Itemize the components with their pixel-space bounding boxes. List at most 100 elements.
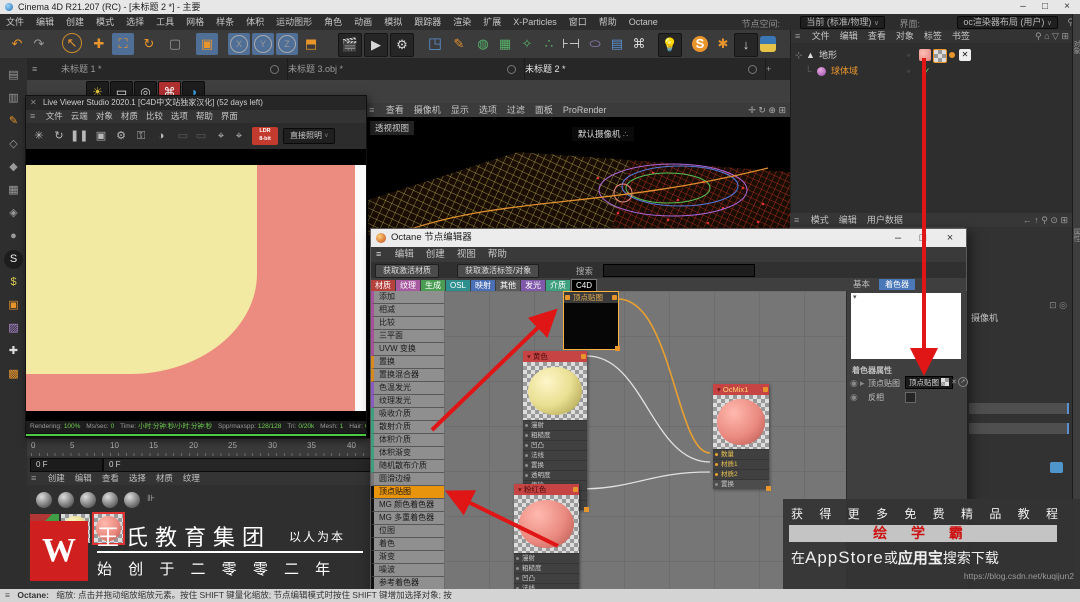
invert-checkbox[interactable] [905,392,916,403]
menu-item[interactable]: 窗口 [563,14,593,30]
mm-menu-item[interactable]: 创建 [43,472,70,485]
axis-icon[interactable] [4,342,23,361]
menu-item[interactable]: 模拟 [378,14,408,30]
menu-item[interactable]: 帮助 [593,14,623,30]
node-mix-material[interactable]: ▾ OcMix1 数量 材质1 材质2 置换 [713,384,771,491]
list-item-vertex-map[interactable]: 顶点贴图 [371,486,444,499]
download-icon[interactable] [734,33,758,57]
menu-item[interactable]: Octane [623,14,664,30]
om-menu-icon[interactable] [791,30,804,43]
ne-menu-icon[interactable] [371,247,386,262]
port[interactable]: 透明度 [523,470,587,480]
attr-menu-item[interactable]: 编辑 [834,213,862,227]
pick-object-icon[interactable]: ➚ [958,377,968,387]
ne-minimize-button[interactable]: – [888,229,908,247]
edges-mode-icon[interactable] [4,158,23,177]
node-pink-material[interactable]: ▾ 粉红色 漫射 粗糙度 凹凸 法线 置换 透明度 传输 [514,484,579,590]
menu-item[interactable]: 动画 [348,14,378,30]
attr-input-field[interactable] [969,423,1069,434]
lv-menu-item[interactable]: 界面 [217,110,242,123]
search-input[interactable] [603,264,755,277]
expand-icon[interactable] [795,48,803,63]
anim-dot-icon[interactable]: ◉ [850,378,858,389]
render-settings-icon[interactable] [390,33,414,57]
lv-settings-icon[interactable] [112,127,130,145]
lv-menu-item[interactable]: 文件 [42,110,67,123]
tab-texture[interactable]: 纹理 [396,280,420,291]
mm-menu-item[interactable]: 查看 [97,472,124,485]
redo-icon[interactable] [28,33,50,55]
port-material2[interactable]: 材质2 [713,469,769,479]
viewport-nav-icons[interactable] [748,103,786,117]
vertex-map-tag[interactable] [933,49,947,63]
grid-icon[interactable] [4,365,23,384]
material-preset-icon[interactable] [58,492,74,508]
orange-box-icon[interactable] [4,296,23,315]
deformer-icon[interactable] [472,33,494,55]
octane-s-icon[interactable]: S [692,36,708,52]
undo-icon[interactable] [6,33,28,55]
tab-material[interactable]: 材质 [371,280,395,291]
node-output-port[interactable] [763,387,768,392]
shader-preview[interactable]: ▾ [851,293,961,359]
material-preset-icon[interactable] [124,492,140,508]
list-item[interactable]: 比较 [371,317,444,330]
ne-menu-item[interactable]: 编辑 [389,247,420,262]
port[interactable]: 漫射 [514,553,579,563]
lv-menu-item[interactable]: 云端 [67,110,92,123]
ne-menu-item[interactable]: 视图 [451,247,482,262]
clear-field-icon[interactable]: ✕ [951,378,957,386]
node-resize-handle[interactable] [615,346,620,351]
list-item[interactable]: 随机散布介质 [371,460,444,473]
list-item[interactable]: 噪波 [371,564,444,577]
last-tool-icon[interactable] [164,33,186,55]
minimize-button[interactable]: – [1014,0,1032,14]
list-item[interactable]: 着色 [371,538,444,551]
menu-item[interactable]: 创建 [60,14,90,30]
menu-item[interactable]: 扩展 [477,14,507,30]
octane-dots-icon[interactable] [712,33,734,55]
list-item[interactable]: MG 多重着色器 [371,512,444,525]
doc-tab-2[interactable]: 未标题 3.obj * [274,58,525,80]
ne-menu-item[interactable]: 帮助 [482,247,513,262]
bulb-icon[interactable] [658,33,682,57]
lv-sphere-icon[interactable] [152,127,170,145]
lv-menu-item[interactable]: 对象 [92,110,117,123]
menu-item[interactable]: 编辑 [30,14,60,30]
node-editor-titlebar[interactable]: Octane 节点编辑器 – □ × [371,229,966,247]
menu-item[interactable]: 体积 [240,14,270,30]
frame-range-field[interactable]: 0 F [103,458,372,472]
om-menu-item[interactable]: 对象 [891,30,919,43]
menu-item[interactable]: 样条 [210,14,240,30]
lv-lock-icon[interactable] [132,127,150,145]
attr-input-field[interactable] [969,403,1069,414]
list-item[interactable]: 添加 [371,291,444,304]
port[interactable]: 凹凸 [523,440,587,450]
texture-mode-icon[interactable] [4,227,23,246]
port[interactable]: 粗糙度 [514,563,579,573]
anim-dot-icon[interactable]: ◉ [850,392,858,403]
lv-menu-item[interactable]: 帮助 [192,110,217,123]
props-tab-basic[interactable]: 基本 [853,278,870,291]
menu-item[interactable]: 网格 [180,14,210,30]
lv-region-icon[interactable] [92,127,110,145]
node-output-port[interactable] [612,295,617,300]
render-icon[interactable] [364,33,388,57]
port[interactable]: 置换 [523,460,587,470]
lv-focus-icon[interactable] [230,127,248,145]
list-item[interactable]: 置换 [371,356,444,369]
material-preset-icon[interactable] [80,492,96,508]
list-item[interactable]: 散射介质 [371,421,444,434]
material-tag-pink[interactable] [919,49,931,61]
vp-menu-item[interactable]: 选项 [474,103,502,117]
lv-crop-icon[interactable] [174,127,192,145]
rotate-tool-icon[interactable] [138,33,160,55]
lv-close-icon[interactable] [26,96,41,110]
enabled-check-icon[interactable]: ✓ [923,64,931,79]
list-item[interactable]: 体积渐变 [371,447,444,460]
tab-other[interactable]: 其他 [496,280,521,291]
port[interactable]: 粗糙度 [523,430,587,440]
mm-menu-icon[interactable] [27,472,40,485]
menu-item[interactable]: 文件 [0,14,30,30]
capsule-icon[interactable] [584,33,606,55]
